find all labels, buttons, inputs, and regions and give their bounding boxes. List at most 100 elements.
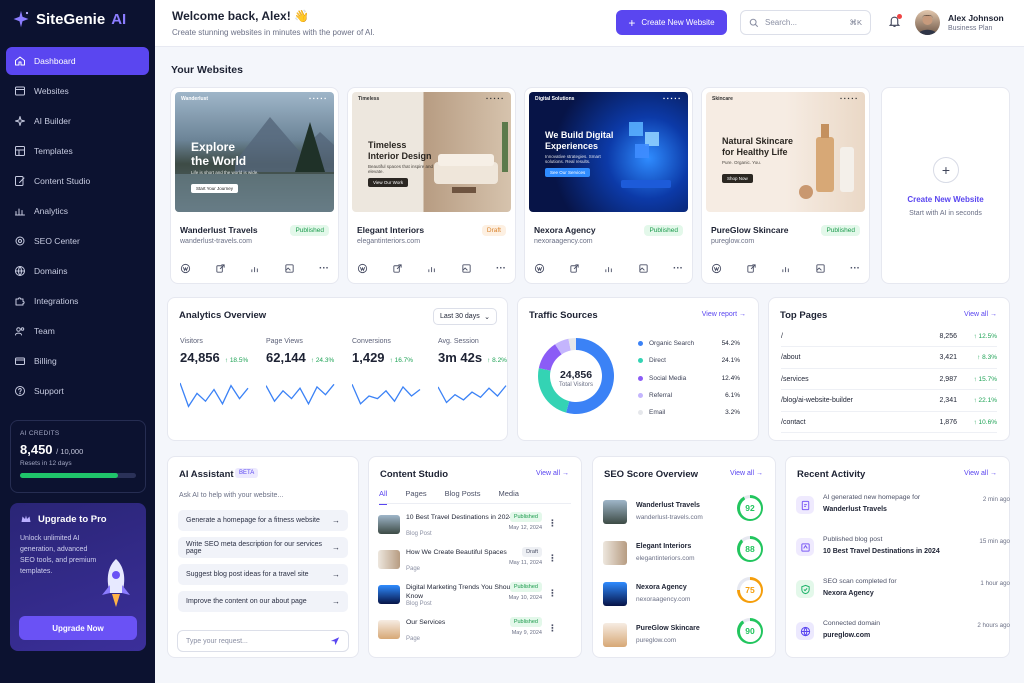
analytics-title: Analytics Overview <box>179 310 267 321</box>
analytics-icon[interactable] <box>250 263 261 274</box>
website-name[interactable]: Wanderlust Travels <box>180 225 258 235</box>
seo-view-all[interactable]: View all → <box>730 470 763 477</box>
sidebar-item-websites[interactable]: Websites <box>6 77 149 105</box>
top-page-row[interactable]: / 8,256 ↑ 12.5% <box>781 326 997 347</box>
search-input[interactable]: Search... ⌘K <box>740 10 871 35</box>
website-name[interactable]: PureGlow Skincare <box>711 225 788 235</box>
external-link-icon[interactable] <box>392 263 403 274</box>
wordpress-icon[interactable] <box>357 263 368 274</box>
sidebar-item-support[interactable]: Support <box>6 377 149 405</box>
ai-suggestion[interactable]: Generate a homepage for a fitness websit… <box>178 510 348 531</box>
create-new-website-card[interactable]: + Create New Website Start with AI in se… <box>881 87 1010 284</box>
sidebar-item-templates[interactable]: Templates <box>6 137 149 165</box>
sidebar-item-seo-center[interactable]: SEO Center <box>6 227 149 255</box>
more-options-icon[interactable]: ⋮ <box>548 588 557 599</box>
wordpress-icon[interactable] <box>180 263 191 274</box>
image-icon[interactable] <box>815 263 826 274</box>
sidebar-item-billing[interactable]: Billing <box>6 347 149 375</box>
activity-view-all[interactable]: View all → <box>964 470 997 477</box>
website-thumbnail[interactable]: Wanderlust ▪▪▪▪▪ Explore the World Life is … <box>175 92 334 212</box>
external-link-icon[interactable] <box>215 263 226 274</box>
help-icon <box>15 386 25 396</box>
content-row[interactable]: 10 Best Travel Destinations in 2024 Blog … <box>378 510 560 540</box>
seo-row[interactable]: PureGlow Skincare pureglow.com 90 <box>603 617 763 655</box>
more-options-icon[interactable]: ⋮ <box>548 623 557 634</box>
image-icon[interactable] <box>638 263 649 274</box>
website-card[interactable]: Skincare ▪▪▪▪▪ Natural Skincare for Health… <box>701 87 870 284</box>
cube-illustration <box>621 122 671 188</box>
sidebar-item-domains[interactable]: Domains <box>6 257 149 285</box>
sidebar-item-ai-builder[interactable]: AI Builder <box>6 107 149 135</box>
content-studio-view-all[interactable]: View all → <box>536 470 569 477</box>
website-thumbnail[interactable]: Digital Solutions ▪▪▪▪▪ We Build Digital E… <box>529 92 688 212</box>
more-options-icon[interactable]: ··· <box>496 263 506 274</box>
analytics-icon[interactable] <box>427 263 438 274</box>
arrow-right-icon: → <box>332 597 340 606</box>
user-avatar[interactable] <box>915 10 940 35</box>
more-options-icon[interactable]: ··· <box>673 263 683 274</box>
top-page-row[interactable]: /blog/ai-website-builder 2,341 ↑ 22.1% <box>781 391 997 412</box>
legend-swatch <box>638 358 643 364</box>
notification-dot <box>897 14 902 19</box>
legend-percent: 6.1% <box>725 391 740 399</box>
top-page-row[interactable]: /about 3,421 ↑ 8.3% <box>781 348 997 369</box>
website-card[interactable]: Wanderlust ▪▪▪▪▪ Explore the World Life is … <box>170 87 339 284</box>
date-range-select[interactable]: Last 30 days ⌄ <box>433 308 497 325</box>
ai-suggestion[interactable]: Suggest blog post ideas for a travel sit… <box>178 564 348 585</box>
sidebar-item-integrations[interactable]: Integrations <box>6 287 149 315</box>
send-icon[interactable] <box>330 636 340 646</box>
seo-row[interactable]: Nexora Agency nexoraagency.com 75 <box>603 576 763 614</box>
website-card[interactable]: Timeless ▪▪▪▪▪ Timeless Interior Design Bea… <box>347 87 516 284</box>
more-options-icon[interactable]: ⋮ <box>548 553 557 564</box>
create-new-website-button[interactable]: + Create New Website <box>616 10 727 35</box>
wordpress-icon[interactable] <box>534 263 545 274</box>
more-options-icon[interactable]: ⋮ <box>548 518 557 529</box>
analytics-icon <box>15 208 25 216</box>
external-link-icon[interactable] <box>746 263 757 274</box>
ai-request-input[interactable]: Type your request... <box>177 630 349 652</box>
sidebar-item-team[interactable]: Team <box>6 317 149 345</box>
view-report-link[interactable]: View report → <box>702 311 746 318</box>
analytics-icon[interactable] <box>781 263 792 274</box>
content-row[interactable]: Our Services Page Published May 9, 2024 ⋮ <box>378 615 560 645</box>
top-page-row[interactable]: /contact 1,876 ↑ 10.6% <box>781 412 997 433</box>
website-card[interactable]: Digital Solutions ▪▪▪▪▪ We Build Digital E… <box>524 87 693 284</box>
website-name[interactable]: Nexora Agency <box>534 225 596 235</box>
activity-item[interactable]: SEO scan completed for Nexora Agency 1 hou… <box>796 576 1010 616</box>
more-options-icon[interactable]: ··· <box>850 263 860 274</box>
external-link-icon[interactable] <box>569 263 580 274</box>
ai-suggestion[interactable]: Improve the content on our about page → <box>178 591 348 612</box>
credits-progress-fill <box>20 473 119 478</box>
user-name[interactable]: Alex Johnson <box>948 13 1004 23</box>
upgrade-now-button[interactable]: Upgrade Now <box>19 616 137 640</box>
activity-item[interactable]: Connected domain pureglow.com 2 hours ago <box>796 618 1010 658</box>
content-row[interactable]: How We Create Beautiful Spaces Page Draft M… <box>378 545 560 575</box>
sidebar-item-analytics[interactable]: Analytics <box>6 197 149 225</box>
ai-suggestion[interactable]: Write SEO meta description for our servi… <box>178 537 348 558</box>
website-name[interactable]: Elegant Interiors <box>357 225 424 235</box>
top-pages-view-all[interactable]: View all → <box>964 311 997 318</box>
brand-logo[interactable]: SiteGenie AI <box>12 10 126 28</box>
date-range-value: Last 30 days <box>440 313 480 320</box>
seo-score-ring: 88 <box>737 536 763 562</box>
wordpress-icon[interactable] <box>711 263 722 274</box>
activity-item[interactable]: AI generated new homepage for Wanderlust … <box>796 492 1010 532</box>
seo-row[interactable]: Wanderlust Travels wanderlust-travels.com… <box>603 494 763 532</box>
notifications-button[interactable] <box>888 14 902 30</box>
website-thumbnail[interactable]: Timeless ▪▪▪▪▪ Timeless Interior Design Bea… <box>352 92 511 212</box>
sidebar-item-content-studio[interactable]: Content Studio <box>6 167 149 195</box>
analytics-icon[interactable] <box>604 263 615 274</box>
top-page-row[interactable]: /services 2,987 ↑ 15.7% <box>781 369 997 390</box>
activity-item[interactable]: Published blog post 10 Best Travel Destin… <box>796 534 1010 574</box>
website-thumbnail[interactable]: Skincare ▪▪▪▪▪ Natural Skincare for Health… <box>706 92 865 212</box>
website-url: wanderlust-travels.com <box>180 238 252 245</box>
sidebar-item-dashboard[interactable]: Dashboard <box>6 47 149 75</box>
seo-row[interactable]: Elegant Interiors elegantinteriors.com 88 <box>603 535 763 573</box>
image-icon[interactable] <box>284 263 295 274</box>
content-row[interactable]: Digital Marketing Trends You Should Know… <box>378 580 560 610</box>
plus-circle-icon: + <box>933 157 959 183</box>
stat-value: 24,856 <box>180 350 220 365</box>
team-icon <box>15 327 25 336</box>
image-icon[interactable] <box>461 263 472 274</box>
more-options-icon[interactable]: ··· <box>319 263 329 274</box>
